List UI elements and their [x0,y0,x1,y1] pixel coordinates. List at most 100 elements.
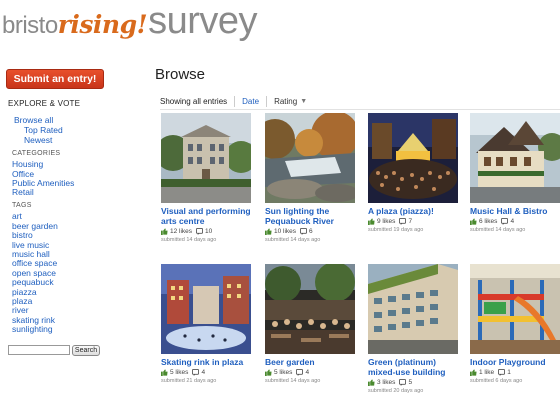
comment-icon[interactable] [498,369,506,376]
thumbs-up-icon[interactable] [368,379,375,386]
likes-count: 12 likes [170,228,193,235]
category-housing[interactable]: Housing [12,159,43,169]
sort-by-rating-dropdown[interactable]: Rating ▼ [274,97,307,106]
submit-entry-button[interactable]: Submit an entry! [6,69,104,89]
tag-sunlighting[interactable]: sunlighting [12,324,53,334]
entry-card: Skating rink in plaza 5 likes 4 submitte… [161,264,251,384]
entry-thumbnail-plaza-piazza[interactable] [368,113,458,203]
tag-bistro[interactable]: bistro [12,230,33,240]
submitted-date: submitted 14 days ago [161,237,217,243]
tags-heading: TAGS [12,202,32,209]
entry-thumbnail-pequabuck-river[interactable] [265,113,355,203]
newest-link[interactable]: Newest [24,135,52,145]
tag-office-space[interactable]: office space [12,258,57,268]
comment-icon[interactable] [196,228,204,235]
likes-count: 10 likes [274,228,297,235]
comment-icon[interactable] [399,379,407,386]
comments-count: 5 [408,379,413,386]
entry-meta: 9 likes 7 [368,217,458,226]
entry-title-link[interactable]: Beer garden [265,357,355,367]
entry-meta: 12 likes 10 [161,227,251,236]
entry-card: Music Hall & Bistro 6 likes 4 submitted … [470,113,560,233]
top-rated-link[interactable]: Top Rated [24,125,63,135]
entry-title-link[interactable]: Indoor Playground [470,357,560,367]
browse-all-link[interactable]: Browse all [14,115,53,125]
rating-label: Rating [274,96,298,106]
entry-meta: 10 likes 6 [265,227,355,236]
likes-count: 9 likes [377,218,396,225]
tag-pequabuck[interactable]: pequabuck [12,277,54,287]
thumbs-up-icon[interactable] [265,369,272,376]
comments-count: 4 [201,369,206,376]
entry-title-link[interactable]: A plaza (piazza)! [368,206,458,216]
categories-heading: CATEGORIES [12,150,61,157]
entry-title-link[interactable]: Visual and performing arts centre [161,206,251,226]
submitted-date: submitted 21 days ago [161,378,217,384]
page-title: Browse [155,66,206,83]
site-logo[interactable]: bristo rising! survey [2,0,257,48]
comments-count: 10 [205,228,213,235]
filter-showing-all: Showing all entries [160,96,228,106]
likes-count: 6 likes [479,218,498,225]
chevron-down-icon: ▼ [300,97,308,105]
entry-title-link[interactable]: Skating rink in plaza [161,357,251,367]
likes-count: 5 likes [274,369,293,376]
comment-icon[interactable] [399,218,407,225]
thumbs-up-icon[interactable] [161,369,168,376]
explore-vote-heading: EXPLORE & VOTE [8,99,81,108]
thumbs-up-icon[interactable] [161,228,168,235]
category-retail[interactable]: Retail [12,187,34,197]
submitted-date: submitted 14 days ago [265,378,321,384]
search-input[interactable] [8,345,70,355]
filter-divider [234,95,236,107]
likes-count: 3 likes [377,379,396,386]
tag-river[interactable]: river [12,305,29,315]
search-button[interactable]: Search [72,345,100,356]
comments-count: 7 [408,218,413,225]
entry-thumbnail-indoor-playground[interactable] [470,264,560,354]
filter-divider-line [160,109,560,110]
entry-thumbnail-music-hall[interactable] [470,113,560,203]
logo-part-survey: survey [148,0,257,42]
likes-count: 1 like [479,369,495,376]
likes-count: 5 likes [170,369,189,376]
entry-meta: 5 likes 4 [265,368,355,377]
submitted-date: submitted 14 days ago [265,237,321,243]
entry-card: Sun lighting the Pequabuck River 10 like… [265,113,355,243]
submitted-date: submitted 20 days ago [368,388,424,394]
entry-meta: 1 like 1 [470,368,560,377]
thumbs-up-icon[interactable] [470,218,477,225]
entry-title-link[interactable]: Sun lighting the Pequabuck River [265,206,355,226]
thumbs-up-icon[interactable] [470,369,477,376]
entry-title-link[interactable]: Green (platinum) mixed-use building [368,357,458,377]
submitted-date: submitted 19 days ago [368,227,424,233]
comments-count: 1 [507,369,511,376]
entry-card: Beer garden 5 likes 4 submitted 14 days … [265,264,355,384]
logo-part-rising: rising! [57,10,148,39]
sort-by-date-link[interactable]: Date [242,97,259,106]
comment-icon[interactable] [300,228,308,235]
entry-thumbnail-skating-rink[interactable] [161,264,251,354]
entry-meta: 5 likes 4 [161,368,251,377]
sort-filter-bar: Showing all entries Date Rating ▼ [160,95,307,107]
comment-icon[interactable] [192,369,200,376]
thumbs-up-icon[interactable] [265,228,272,235]
submitted-date: submitted 14 days ago [470,227,526,233]
entry-card: A plaza (piazza)! 9 likes 7 submitted 19… [368,113,458,233]
entry-thumbnail-arts-centre[interactable] [161,113,251,203]
entry-title-link[interactable]: Music Hall & Bistro [470,206,560,216]
comments-count: 6 [309,228,313,235]
thumbs-up-icon[interactable] [368,218,375,225]
submitted-date: submitted 6 days ago [470,378,523,384]
entry-thumbnail-beer-garden[interactable] [265,264,355,354]
entry-card: Green (platinum) mixed-use building 3 li… [368,264,458,394]
logo-part-bristo: bristo [2,12,58,39]
entry-thumbnail-green-building[interactable] [368,264,458,354]
comment-icon[interactable] [501,218,509,225]
tag-art[interactable]: art [12,211,22,221]
comment-icon[interactable] [296,369,304,376]
comments-count: 4 [305,369,310,376]
filter-divider [266,95,268,107]
entry-meta: 6 likes 4 [470,217,560,226]
entry-card: Indoor Playground 1 like 1 submitted 6 d… [470,264,560,384]
